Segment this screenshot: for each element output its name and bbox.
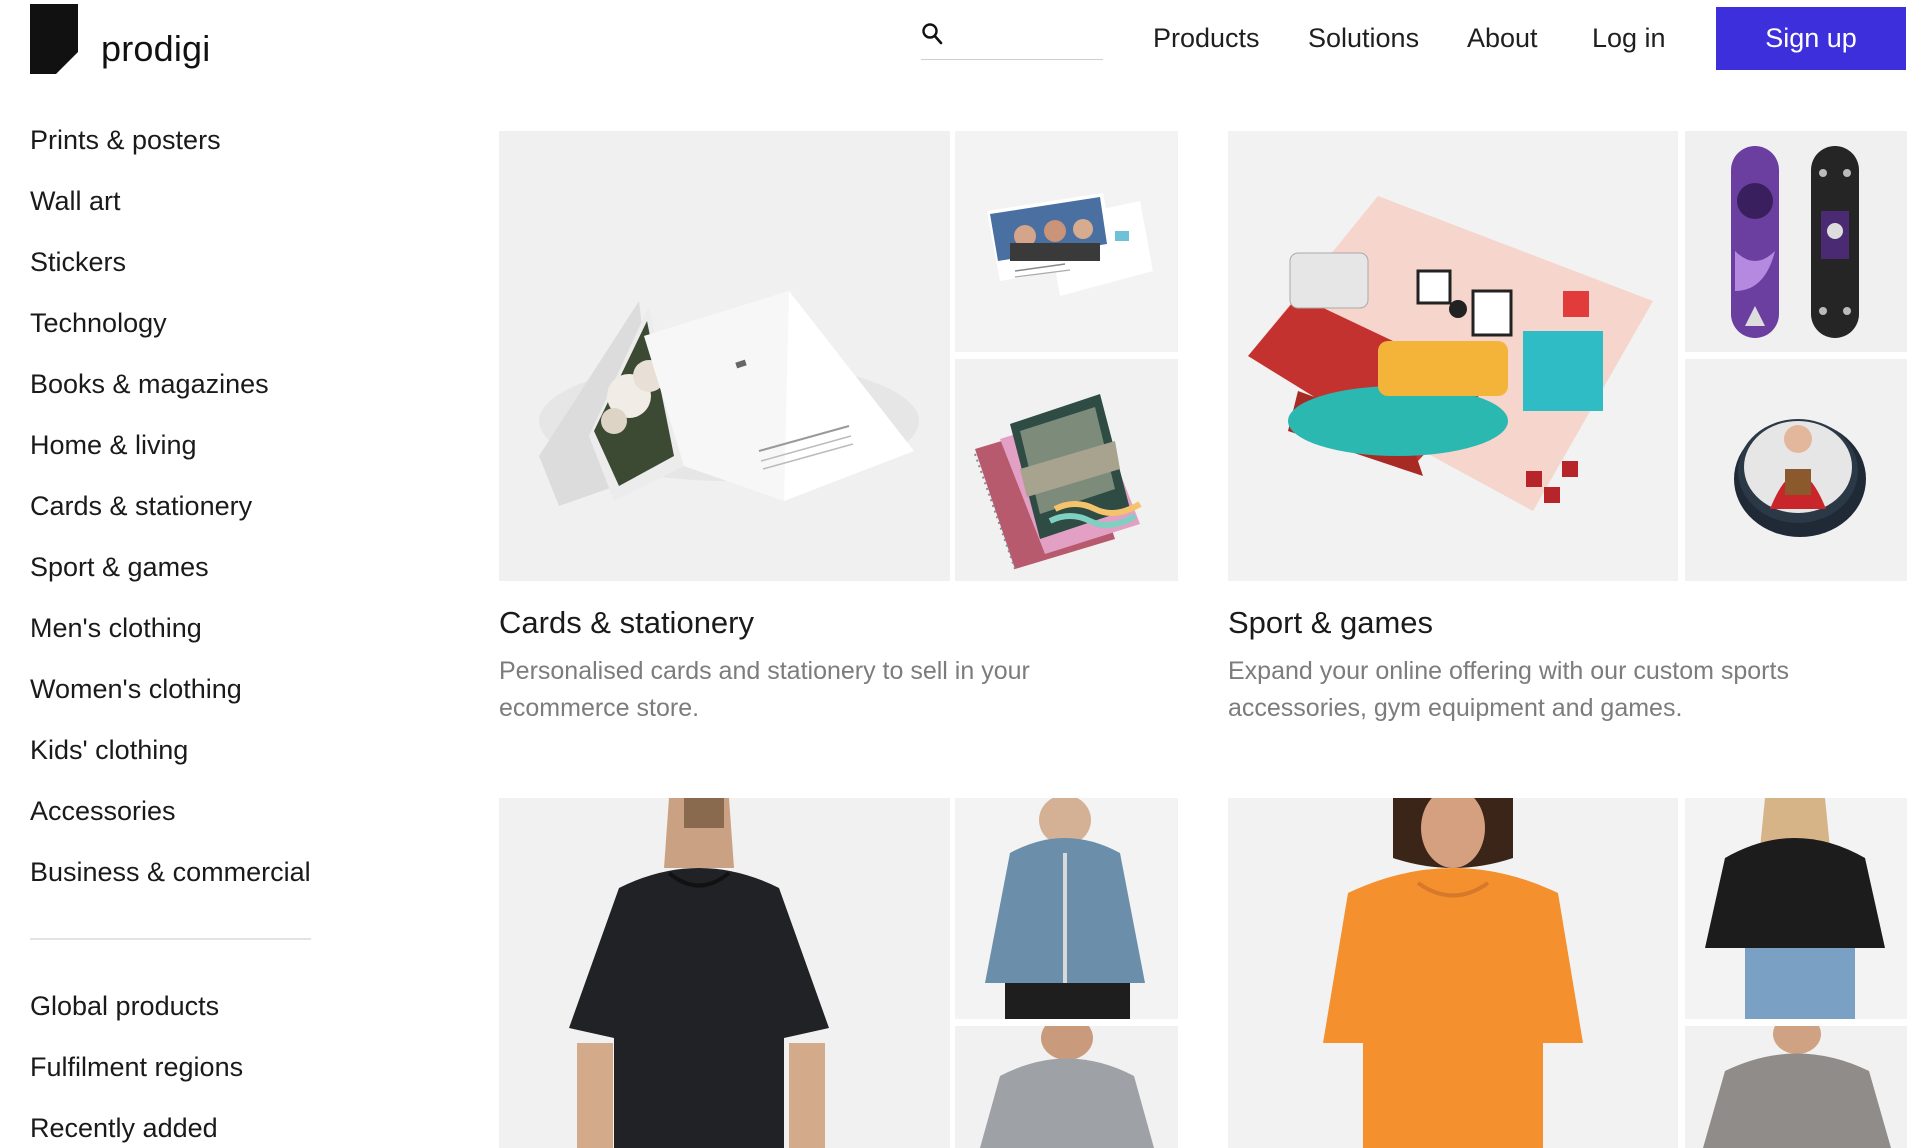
notebook-image: [955, 359, 1178, 581]
sidebar-item-home-living[interactable]: Home & living: [30, 430, 197, 461]
nav-solutions[interactable]: Solutions: [1308, 20, 1419, 56]
card-title[interactable]: Sport & games: [1228, 605, 1433, 641]
sidebar-item-stickers[interactable]: Stickers: [30, 247, 126, 278]
sidebar-item-sport-games[interactable]: Sport & games: [30, 552, 209, 583]
search-icon[interactable]: [921, 22, 943, 46]
jigsaw-puzzle-image: [1228, 131, 1678, 581]
sidebar-item-prints-posters[interactable]: Prints & posters: [30, 125, 221, 156]
card-description: Expand your online offering with our cus…: [1228, 657, 1789, 722]
prodigi-logo[interactable]: prodigi: [30, 4, 210, 74]
skateboard-image: [1685, 131, 1907, 352]
womens-sweatshirt-image: [1685, 1026, 1907, 1148]
sidebar-divider: [30, 938, 311, 940]
sidebar-item-womens-clothing[interactable]: Women's clothing: [30, 674, 242, 705]
logo-mark-icon: [30, 4, 78, 74]
search-box[interactable]: [921, 20, 1103, 60]
page: prodigi Products Solutions About Log in …: [0, 0, 1929, 1148]
sidebar-item-business-commercial[interactable]: Business & commercial: [30, 857, 311, 888]
sidebar-item-mens-clothing[interactable]: Men's clothing: [30, 613, 202, 644]
hockey-puck-image: [1685, 359, 1907, 581]
card-description: Personalised cards and stationery to sel…: [499, 657, 1030, 722]
photo-print-image: [955, 131, 1178, 352]
mens-sweatshirt-image: [955, 1026, 1178, 1148]
hoodie-image: [955, 798, 1178, 1019]
mens-tshirt-image: [499, 798, 950, 1148]
sidebar-item-cards-stationery[interactable]: Cards & stationery: [30, 491, 252, 522]
sidebar-item-global-products[interactable]: Global products: [30, 991, 219, 1022]
card-title[interactable]: Cards & stationery: [499, 605, 754, 641]
nav-about-link[interactable]: About: [1467, 23, 1538, 54]
sidebar-item-wall-art[interactable]: Wall art: [30, 186, 121, 217]
nav-login[interactable]: Log in: [1592, 20, 1666, 56]
sidebar-item-recently-added[interactable]: Recently added: [30, 1113, 218, 1144]
sidebar-item-kids-clothing[interactable]: Kids' clothing: [30, 735, 188, 766]
sidebar-item-books-magazines[interactable]: Books & magazines: [30, 369, 269, 400]
greeting-card-image: [499, 131, 950, 581]
sidebar-item-accessories[interactable]: Accessories: [30, 796, 176, 827]
nav-solutions-link[interactable]: Solutions: [1308, 23, 1419, 54]
nav-products[interactable]: Products: [1153, 20, 1260, 56]
nav-products-link[interactable]: Products: [1153, 23, 1260, 54]
sidebar-item-technology[interactable]: Technology: [30, 308, 167, 339]
logo-text: prodigi: [101, 28, 211, 69]
sidebar-item-fulfilment-regions[interactable]: Fulfilment regions: [30, 1052, 243, 1083]
womens-tshirt-image: [1228, 798, 1678, 1148]
nav-login-link[interactable]: Log in: [1592, 23, 1666, 54]
signup-button[interactable]: Sign up: [1716, 7, 1906, 70]
cropped-hoodie-image: [1685, 798, 1907, 1019]
search-input[interactable]: [953, 20, 1093, 46]
nav-about[interactable]: About: [1467, 20, 1538, 56]
